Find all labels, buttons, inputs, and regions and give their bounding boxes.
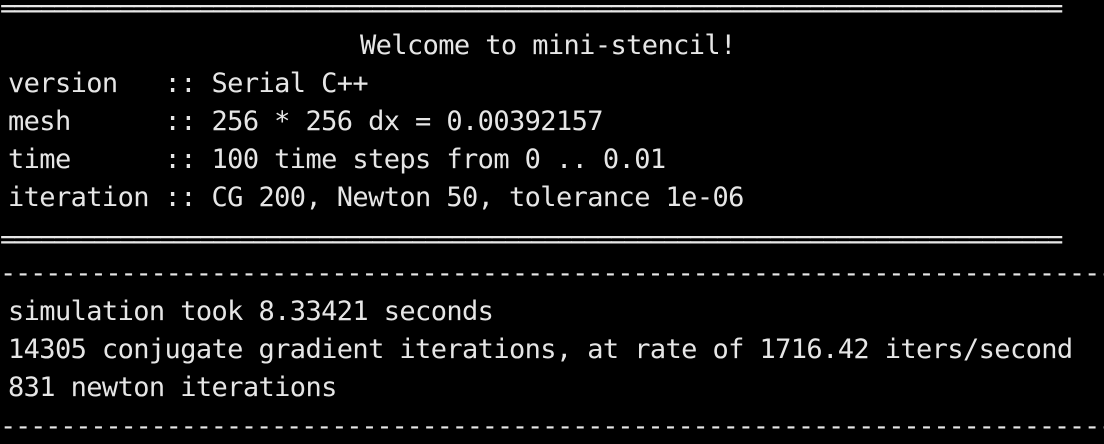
terminal-window[interactable]: ========================================… bbox=[0, 0, 1104, 444]
summary-line-cg-iterations: 14305 conjugate gradient iterations, at … bbox=[8, 334, 1073, 365]
summary-top-rule: ----------------------------------------… bbox=[0, 258, 1104, 289]
banner-bottom-rule: ========================================… bbox=[0, 224, 1063, 255]
summary-line-runtime: simulation took 8.33421 seconds bbox=[8, 296, 494, 327]
banner-row-mesh: mesh :: 256 * 256 dx = 0.00392157 bbox=[8, 106, 604, 137]
banner-row-time: time :: 100 time steps from 0 .. 0.01 bbox=[8, 144, 666, 175]
banner-top-rule: ========================================… bbox=[0, 0, 1063, 24]
summary-bottom-rule: ----------------------------------------… bbox=[0, 411, 1104, 442]
summary-line-newton-iterations: 831 newton iterations bbox=[8, 372, 337, 403]
banner-row-iteration: iteration :: CG 200, Newton 50, toleranc… bbox=[8, 182, 744, 213]
banner-row-version: version :: Serial C++ bbox=[8, 68, 369, 99]
banner-title: Welcome to mini-stencil! bbox=[360, 30, 736, 61]
